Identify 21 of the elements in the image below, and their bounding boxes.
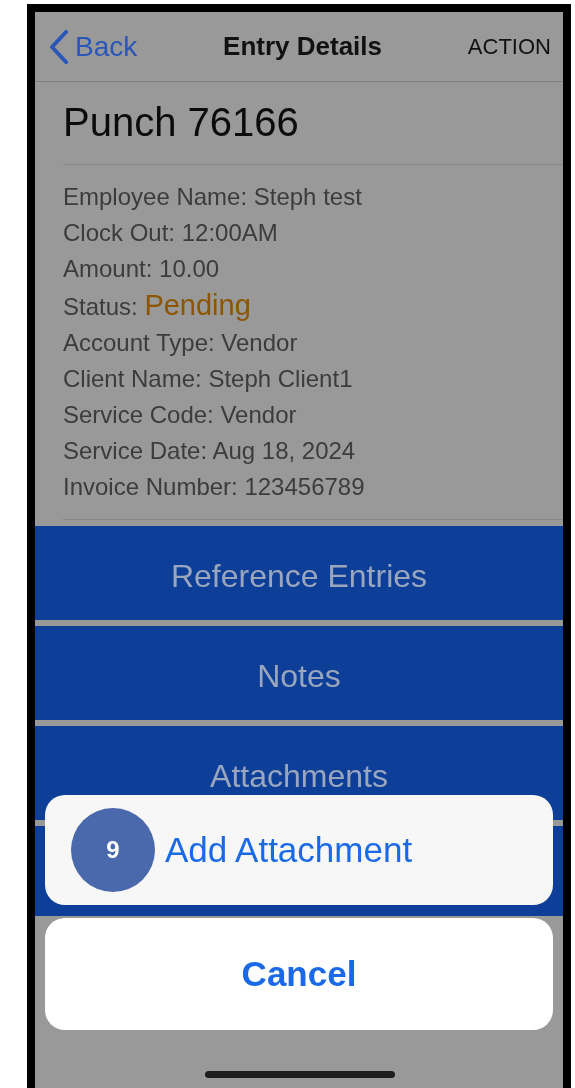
- entry-title: Punch 76166: [63, 82, 563, 165]
- detail-line: Employee Name: Steph test: [63, 182, 363, 212]
- detail-line: Service Code: Vendor: [63, 400, 298, 430]
- menu-button[interactable]: Reference Entries: [35, 526, 563, 620]
- detail-line: Client Name: Steph Client1: [63, 364, 354, 394]
- option-label: Add Attachment: [165, 828, 413, 871]
- detail-line: Service Date: Aug 18, 2024: [63, 436, 357, 466]
- home-indicator[interactable]: [205, 1071, 395, 1078]
- back-button[interactable]: Back: [49, 25, 138, 68]
- cancel-button[interactable]: Cancel: [45, 918, 553, 1030]
- screen-title: Entry Details: [223, 30, 383, 63]
- detail-line: Amount: 10.00: [63, 254, 221, 284]
- detail-line: Status: Pending: [63, 288, 252, 323]
- detail-line: Clock Out: 12:00AM: [63, 218, 279, 248]
- detail-line: Account Type: Vendor: [63, 328, 299, 358]
- detail-line: Invoice Number: 123456789: [63, 472, 366, 502]
- add-attachment-menu[interactable]: 9 Add Attachment: [45, 795, 553, 905]
- step-marker: 9: [71, 808, 155, 892]
- menu-button[interactable]: Notes: [35, 626, 563, 720]
- action-button[interactable]: ACTION: [467, 30, 551, 63]
- chevron-left-icon: [49, 29, 69, 64]
